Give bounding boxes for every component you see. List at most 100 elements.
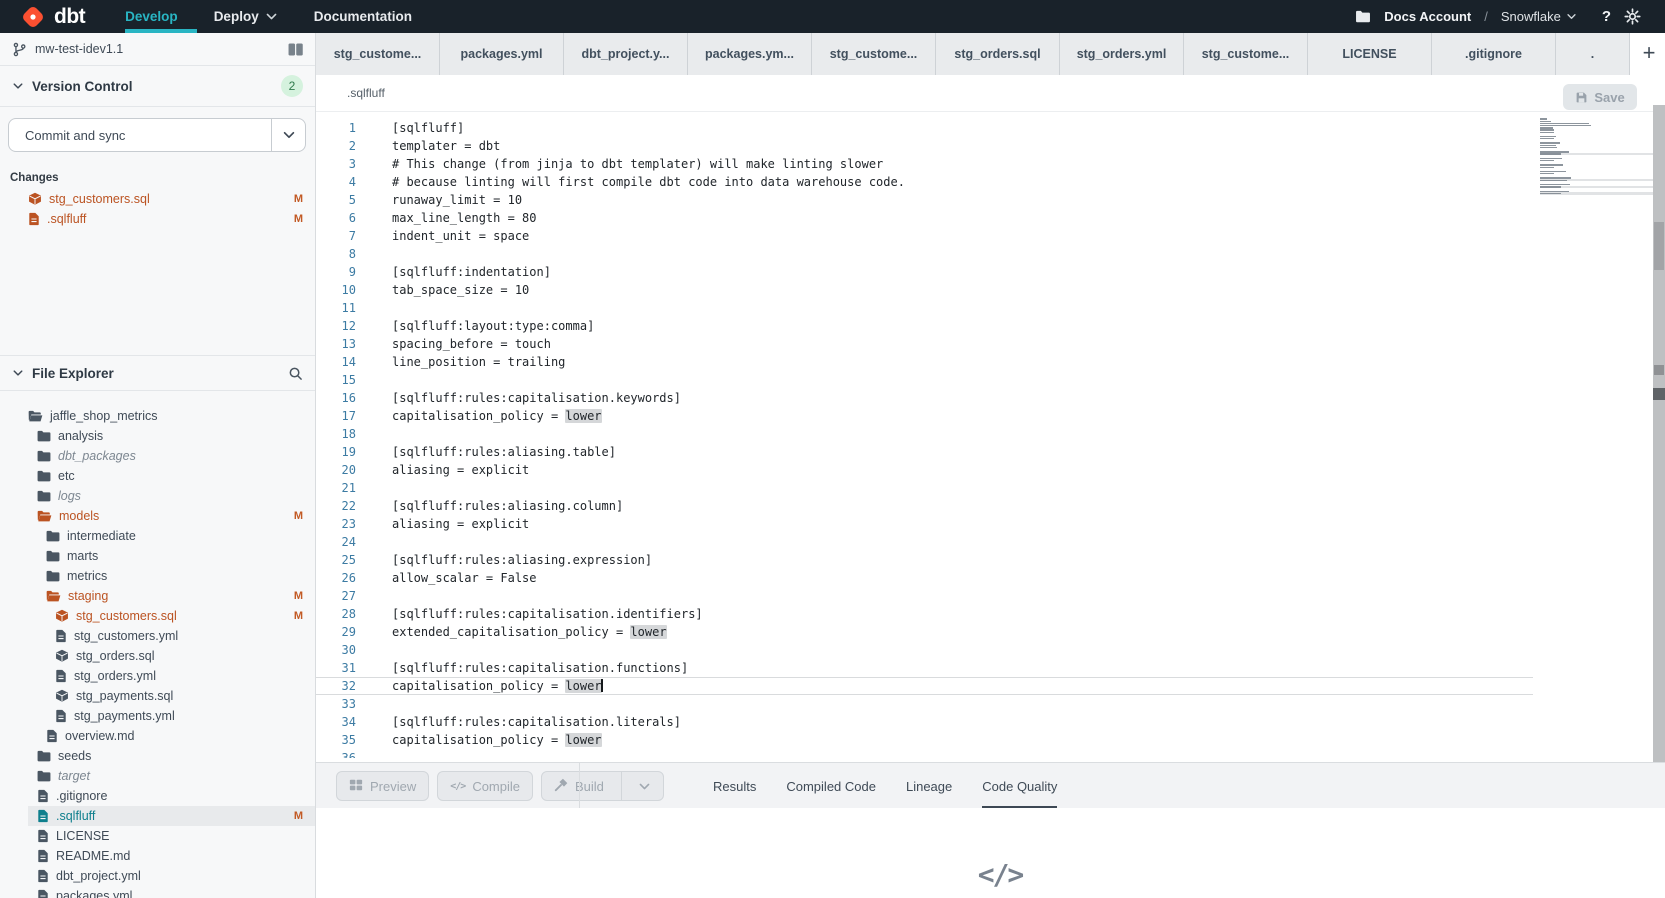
file-tree-item-target[interactable]: target bbox=[0, 766, 315, 786]
code-line-6[interactable]: 6max_line_length = 80 bbox=[316, 209, 1533, 227]
dbt-logo[interactable]: dbt bbox=[20, 4, 85, 30]
file-tree-item-stg-orders-sql[interactable]: stg_orders.sql bbox=[0, 646, 315, 666]
code-line-29[interactable]: 29extended_capitalisation_policy = lower bbox=[316, 623, 1533, 641]
code-line-19[interactable]: 19[sqlfluff:rules:aliasing.table] bbox=[316, 443, 1533, 461]
panel-tab-lineage[interactable]: Lineage bbox=[906, 763, 952, 809]
code-line-32[interactable]: 32capitalisation_policy = lower bbox=[316, 677, 1533, 695]
file-tree-item-stg-payments-sql[interactable]: stg_payments.sql bbox=[0, 686, 315, 706]
file-tree-item-models[interactable]: modelsM bbox=[0, 506, 315, 526]
panel-tab-compiled-code[interactable]: Compiled Code bbox=[786, 763, 876, 809]
editor-tab-gitignore-9[interactable]: .gitignore bbox=[1432, 33, 1556, 75]
code-line-22[interactable]: 22[sqlfluff:rules:aliasing.column] bbox=[316, 497, 1533, 515]
file-explorer-header[interactable]: File Explorer bbox=[0, 355, 315, 391]
file-tree-item-jaffle-shop-metrics[interactable]: jaffle_shop_metrics bbox=[0, 406, 315, 426]
code-line-25[interactable]: 25[sqlfluff:rules:aliasing.expression] bbox=[316, 551, 1533, 569]
code-line-17[interactable]: 17capitalisation_policy = lower bbox=[316, 407, 1533, 425]
code-line-34[interactable]: 34[sqlfluff:rules:capitalisation.literal… bbox=[316, 713, 1533, 731]
file-tree-item-intermediate[interactable]: intermediate bbox=[0, 526, 315, 546]
file-tree-item-license[interactable]: LICENSE bbox=[0, 826, 315, 846]
panel-tab-results[interactable]: Results bbox=[713, 763, 756, 809]
panel-layout-icon[interactable] bbox=[288, 43, 303, 56]
code-line-4[interactable]: 4# because linting will first compile db… bbox=[316, 173, 1533, 191]
file-tree-item-seeds[interactable]: seeds bbox=[0, 746, 315, 766]
code-editor[interactable]: 1[sqlfluff]2templater = dbt3# This chang… bbox=[316, 112, 1665, 758]
code-line-18[interactable]: 18 bbox=[316, 425, 1533, 443]
file-tree-item-dbt-project-yml[interactable]: dbt_project.yml bbox=[0, 866, 315, 886]
code-line-23[interactable]: 23aliasing = explicit bbox=[316, 515, 1533, 533]
save-button[interactable]: Save bbox=[1563, 84, 1637, 110]
help-icon[interactable]: ? bbox=[1602, 8, 1611, 25]
editor-minimap[interactable] bbox=[1540, 118, 1653, 200]
code-line-9[interactable]: 9[sqlfluff:indentation] bbox=[316, 263, 1533, 281]
code-line-16[interactable]: 16[sqlfluff:rules:capitalisation.keyword… bbox=[316, 389, 1533, 407]
version-control-header[interactable]: Version Control 2 bbox=[0, 66, 315, 107]
code-line-3[interactable]: 3# This change (from jinja to dbt templa… bbox=[316, 155, 1533, 173]
file-tree-item-readme-md[interactable]: README.md bbox=[0, 846, 315, 866]
editor-tab-packages-ym-3[interactable]: packages.ym... bbox=[688, 33, 812, 75]
changed-file-stg-customers-sql[interactable]: stg_customers.sqlM bbox=[0, 189, 315, 209]
preview-button[interactable]: Preview bbox=[336, 771, 429, 801]
code-line-5[interactable]: 5runaway_limit = 10 bbox=[316, 191, 1533, 209]
file-tree-item-dbt-packages[interactable]: dbt_packages bbox=[0, 446, 315, 466]
code-line-36[interactable]: 36 bbox=[316, 749, 1533, 758]
file-tree-item-overview-md[interactable]: overview.md bbox=[0, 726, 315, 746]
code-line-26[interactable]: 26allow_scalar = False bbox=[316, 569, 1533, 587]
nav-item-deploy[interactable]: Deploy bbox=[214, 0, 278, 33]
git-branch-row[interactable]: mw-test-idev1.1 bbox=[0, 33, 315, 66]
file-tree-item-analysis[interactable]: analysis bbox=[0, 426, 315, 446]
code-line-20[interactable]: 20aliasing = explicit bbox=[316, 461, 1533, 479]
compile-button[interactable]: </>Compile bbox=[437, 771, 533, 801]
code-line-15[interactable]: 15 bbox=[316, 371, 1533, 389]
code-line-11[interactable]: 11 bbox=[316, 299, 1533, 317]
file-tree-item-stg-payments-yml[interactable]: stg_payments.yml bbox=[0, 706, 315, 726]
code-line-2[interactable]: 2templater = dbt bbox=[316, 137, 1533, 155]
file-tree-item-sqlfluff[interactable]: .sqlfluffM bbox=[0, 806, 315, 826]
account-name[interactable]: Docs Account bbox=[1384, 9, 1471, 24]
file-tree-item-staging[interactable]: stagingM bbox=[0, 586, 315, 606]
code-line-14[interactable]: 14line_position = trailing bbox=[316, 353, 1533, 371]
chevron-down-icon[interactable] bbox=[629, 780, 651, 793]
code-line-31[interactable]: 31[sqlfluff:rules:capitalisation.functio… bbox=[316, 659, 1533, 677]
build-button[interactable]: Build bbox=[541, 771, 664, 801]
code-line-30[interactable]: 30 bbox=[316, 641, 1533, 659]
file-tree-item-stg-orders-yml[interactable]: stg_orders.yml bbox=[0, 666, 315, 686]
editor-tab-license-8[interactable]: LICENSE bbox=[1308, 33, 1432, 75]
file-tree-item-metrics[interactable]: metrics bbox=[0, 566, 315, 586]
gear-icon[interactable] bbox=[1624, 8, 1641, 25]
file-tree-item-etc[interactable]: etc bbox=[0, 466, 315, 486]
code-line-13[interactable]: 13spacing_before = touch bbox=[316, 335, 1533, 353]
nav-item-documentation[interactable]: Documentation bbox=[314, 0, 412, 33]
editor-tab-packages-yml-1[interactable]: packages.yml bbox=[440, 33, 564, 75]
code-line-24[interactable]: 24 bbox=[316, 533, 1533, 551]
file-tree-item-logs[interactable]: logs bbox=[0, 486, 315, 506]
code-line-21[interactable]: 21 bbox=[316, 479, 1533, 497]
file-tree-item-marts[interactable]: marts bbox=[0, 546, 315, 566]
environment-selector[interactable]: Snowflake bbox=[1501, 9, 1577, 24]
editor-tab-overflow[interactable]: . bbox=[1556, 33, 1630, 75]
editor-tab-stg-custome-7[interactable]: stg_custome... bbox=[1184, 33, 1308, 75]
code-line-28[interactable]: 28[sqlfluff:rules:capitalisation.identif… bbox=[316, 605, 1533, 623]
code-line-7[interactable]: 7indent_unit = space bbox=[316, 227, 1533, 245]
changed-file-sqlfluff[interactable]: .sqlfluffM bbox=[0, 209, 315, 229]
editor-tab-stg-orders-sql-5[interactable]: stg_orders.sql bbox=[936, 33, 1060, 75]
editor-tab-stg-orders-yml-6[interactable]: stg_orders.yml bbox=[1060, 33, 1184, 75]
code-line-33[interactable]: 33 bbox=[316, 695, 1533, 713]
commit-and-sync-button[interactable]: Commit and sync bbox=[8, 118, 306, 152]
editor-tab-stg-custome-0[interactable]: stg_custome... bbox=[316, 33, 440, 75]
code-line-1[interactable]: 1[sqlfluff] bbox=[316, 119, 1533, 137]
code-line-8[interactable]: 8 bbox=[316, 245, 1533, 263]
editor-tab-dbt-project-y-2[interactable]: dbt_project.y... bbox=[564, 33, 688, 75]
editor-tab-stg-custome-4[interactable]: stg_custome... bbox=[812, 33, 936, 75]
code-line-10[interactable]: 10tab_space_size = 10 bbox=[316, 281, 1533, 299]
commit-options-chevron[interactable] bbox=[271, 119, 305, 151]
file-tree-item-gitignore[interactable]: .gitignore bbox=[0, 786, 315, 806]
file-tree-item-packages-yml[interactable]: packages.yml bbox=[0, 886, 315, 898]
scrollbar-thumb[interactable] bbox=[1654, 222, 1664, 270]
file-tree-item-stg-customers-yml[interactable]: stg_customers.yml bbox=[0, 626, 315, 646]
panel-tab-code-quality[interactable]: Code Quality bbox=[982, 763, 1057, 809]
file-tree-item-stg-customers-sql[interactable]: stg_customers.sqlM bbox=[0, 606, 315, 626]
code-line-27[interactable]: 27 bbox=[316, 587, 1533, 605]
code-line-12[interactable]: 12[sqlfluff:layout:type:comma] bbox=[316, 317, 1533, 335]
search-icon[interactable] bbox=[288, 366, 303, 381]
code-line-35[interactable]: 35capitalisation_policy = lower bbox=[316, 731, 1533, 749]
